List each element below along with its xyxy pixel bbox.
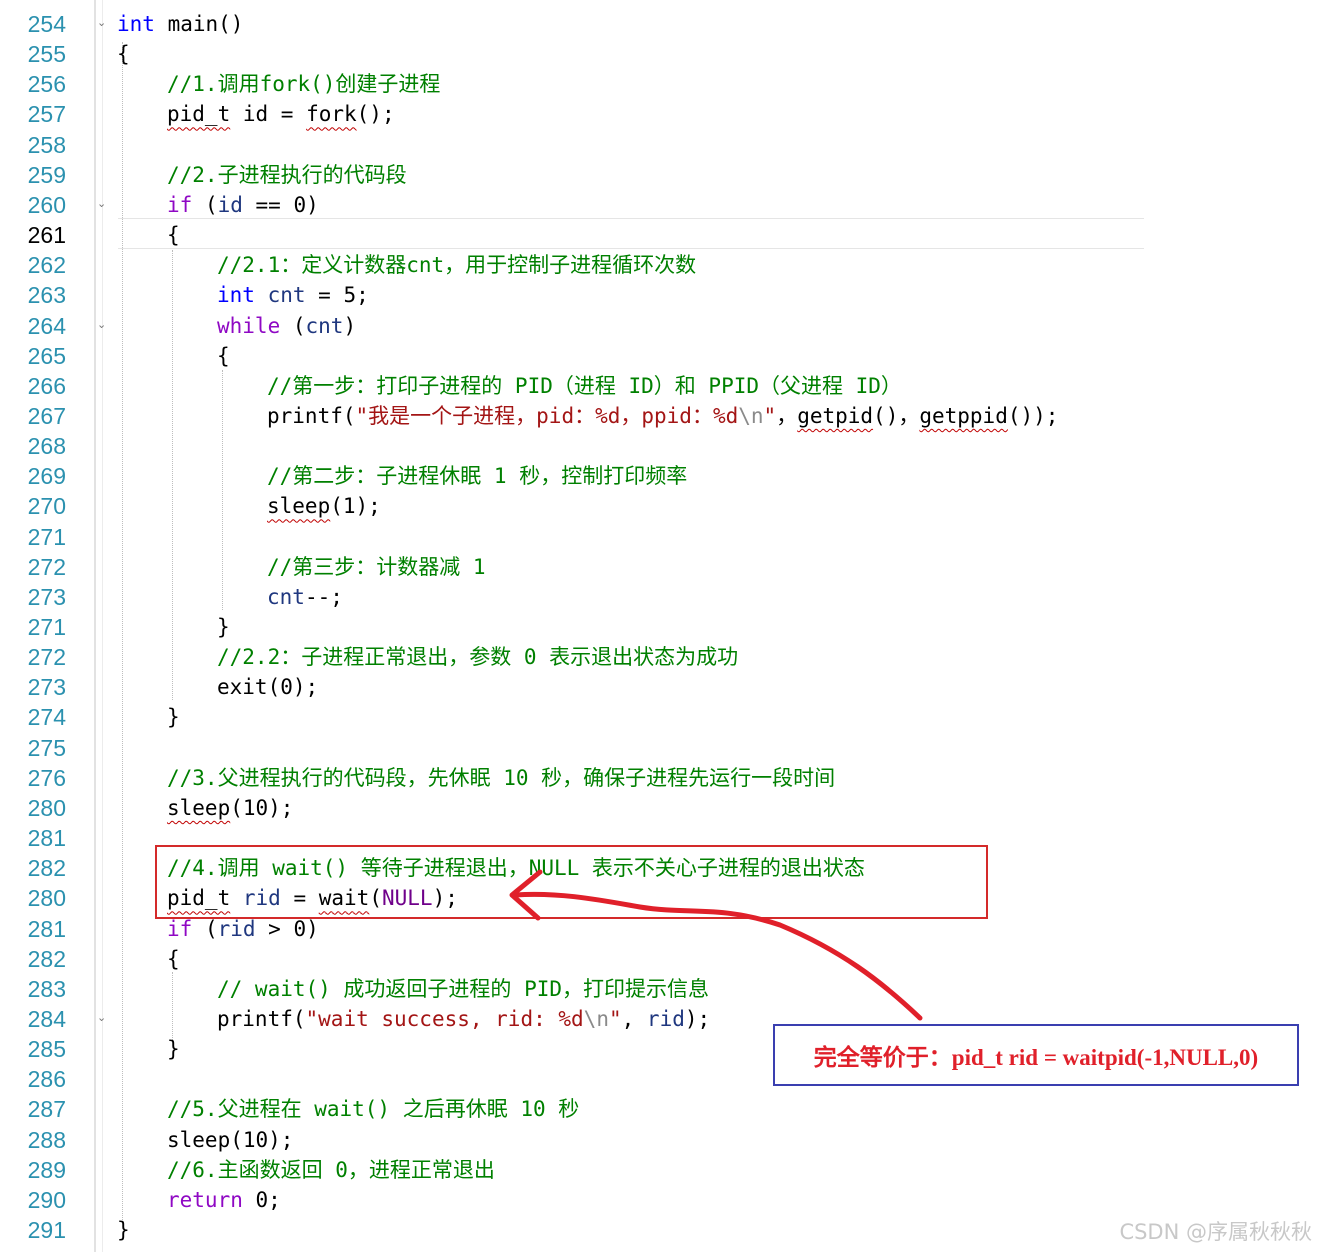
annotation-note-box: 完全等价于：pid_t rid = waitpid(-1,NULL,0) [773, 1024, 1299, 1086]
arrow-stroke [512, 891, 923, 1021]
watermark: CSDN @序属秋秋秋 [1119, 1220, 1312, 1244]
code-editor[interactable]: 254 ⌄ int main() 255{256//1.调用fork()创建子进程 25… [0, 0, 1318, 1252]
annotation-note: 完全等价于：pid_t rid = waitpid(-1,NULL,0) [813, 1045, 1259, 1070]
